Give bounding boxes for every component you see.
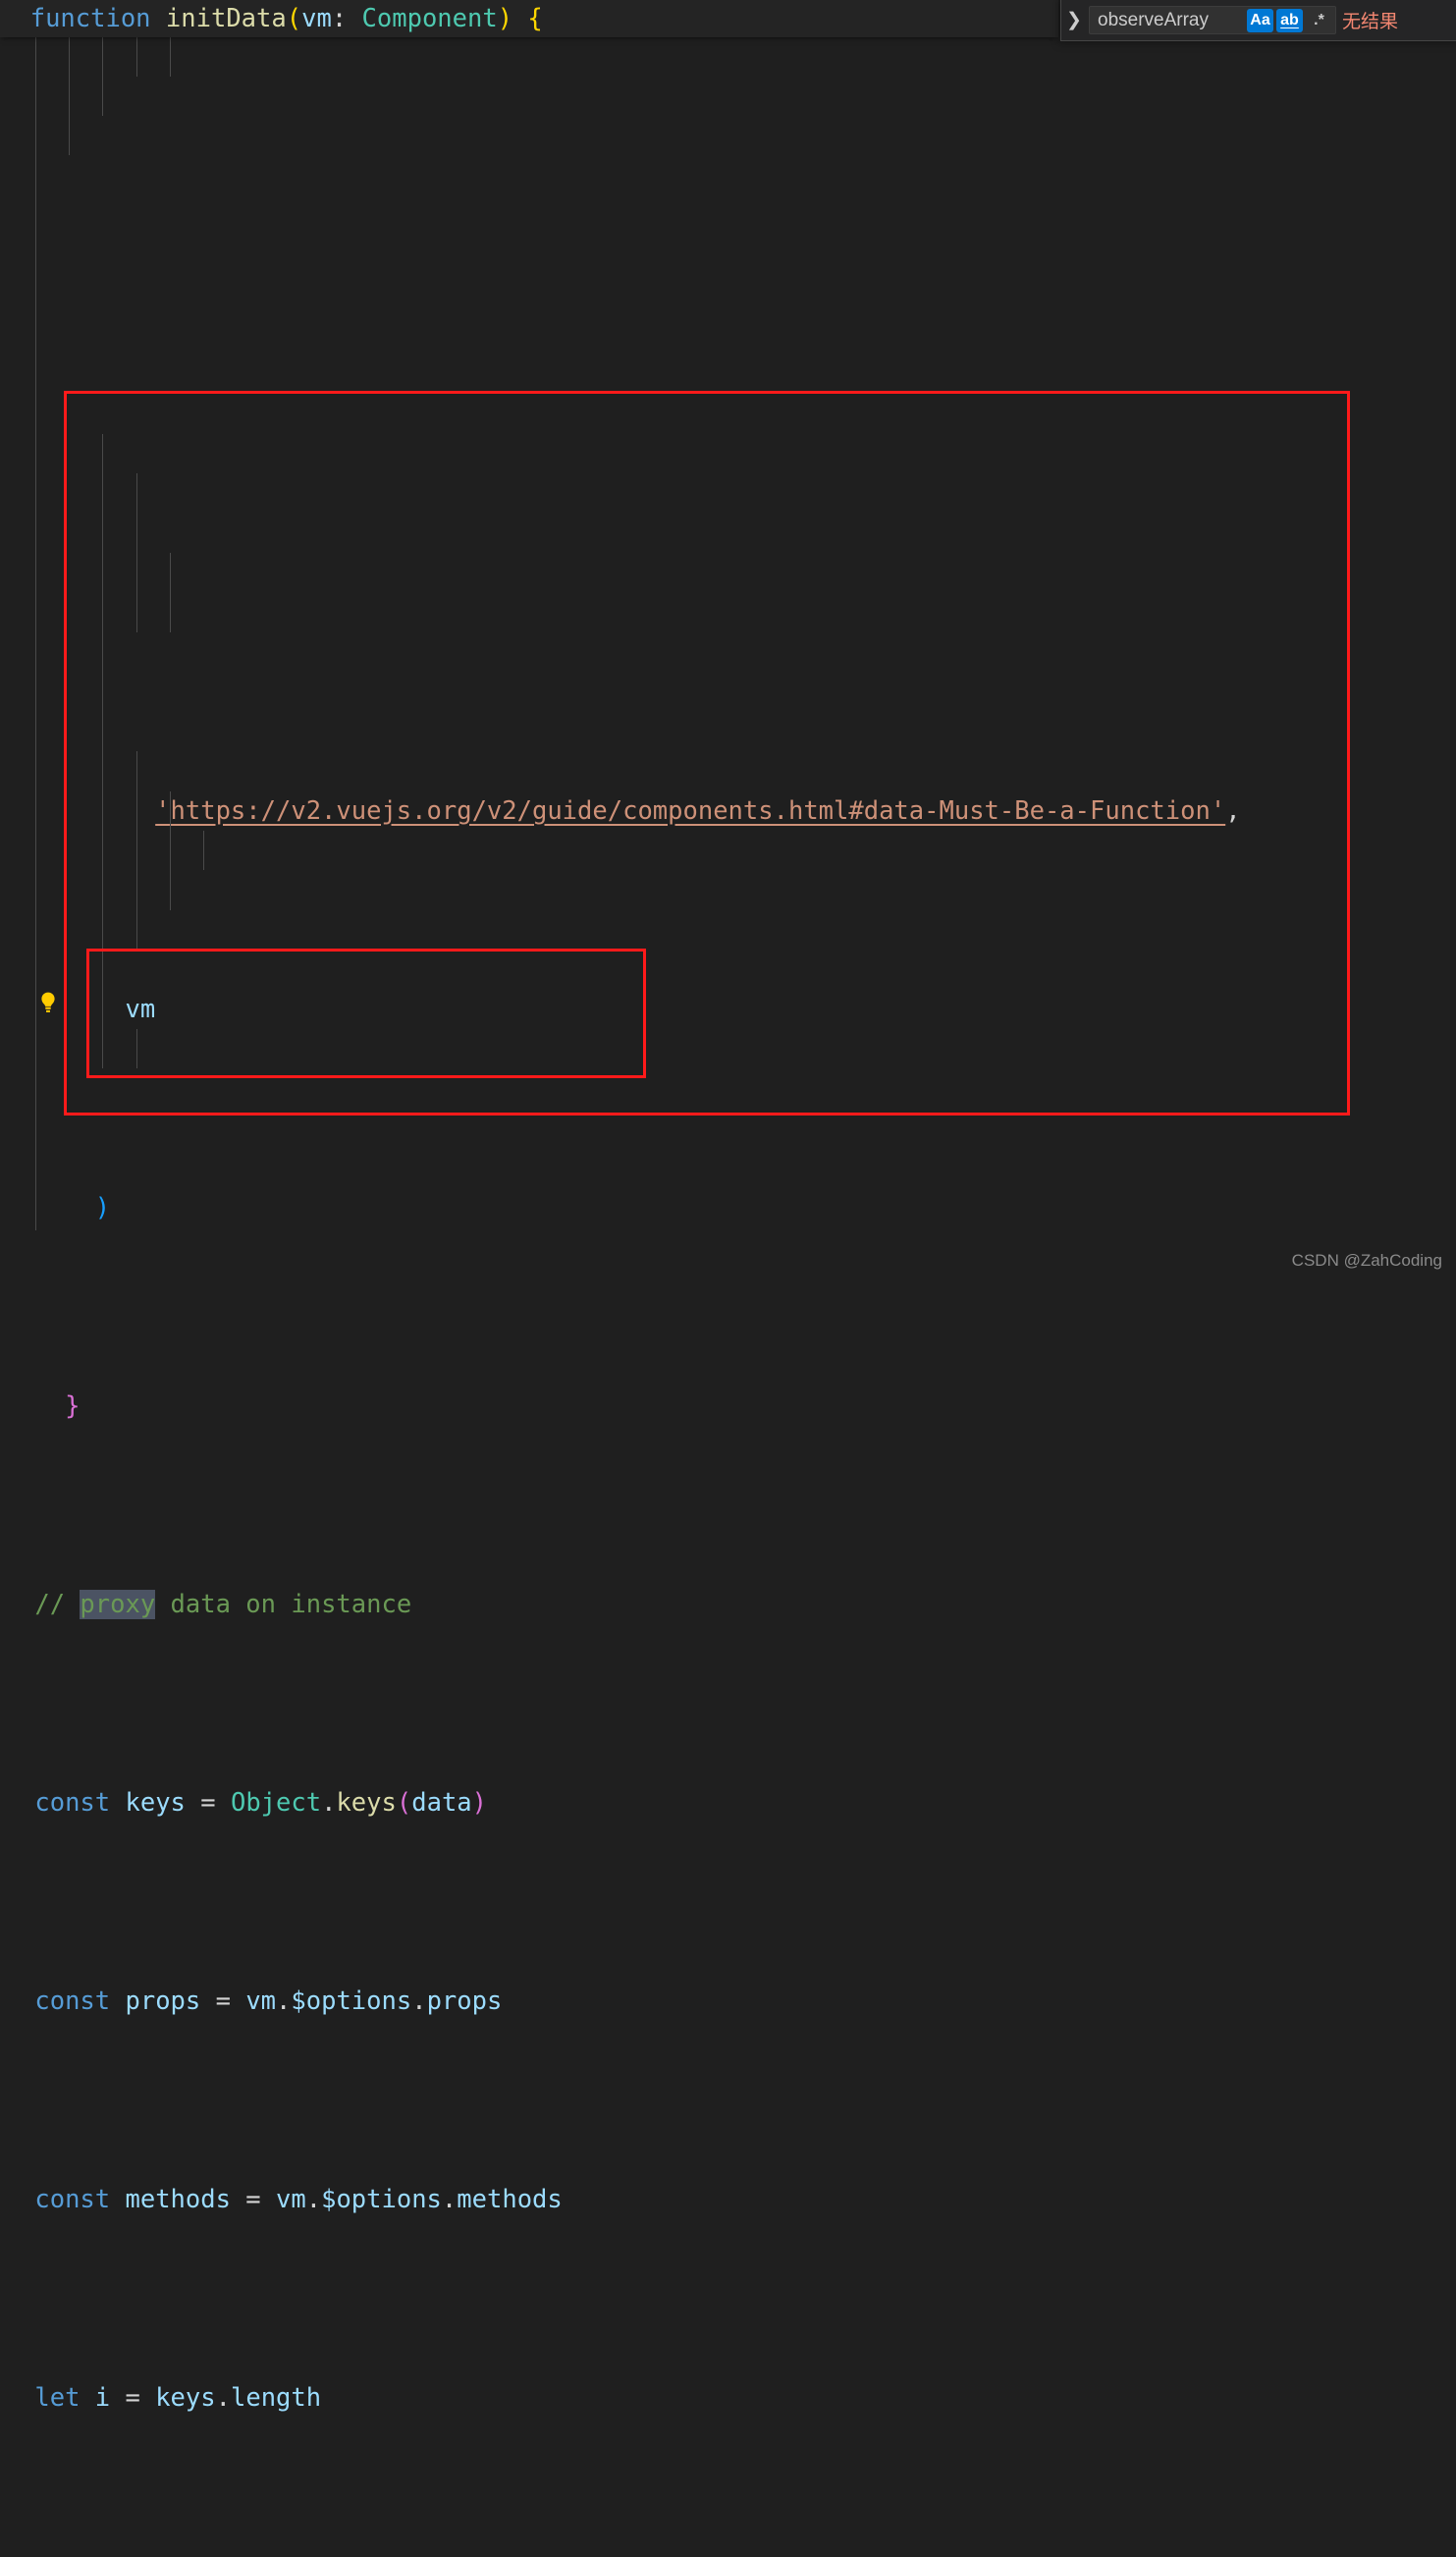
whole-word-label: ab bbox=[1280, 11, 1299, 28]
token-keyword-function: function bbox=[29, 4, 151, 33]
whole-word-icon[interactable]: ab bbox=[1276, 8, 1303, 32]
code-line: } bbox=[65, 1390, 81, 1421]
code-line: vm bbox=[125, 994, 156, 1024]
code-line: const keys = Object.keys(data) bbox=[34, 1787, 488, 1818]
indent-guide bbox=[69, 37, 70, 155]
find-input-box[interactable]: observeArray Aa ab .* bbox=[1089, 6, 1336, 34]
indent-guide bbox=[170, 553, 171, 632]
regex-icon[interactable]: .* bbox=[1306, 9, 1332, 32]
watermark: CSDN @ZahCoding bbox=[1291, 1251, 1442, 1270]
sticky-indent bbox=[0, 0, 30, 37]
token-function-initdata: initData bbox=[165, 4, 287, 33]
selected-word: proxy bbox=[80, 1589, 156, 1619]
code-line: const methods = vm.$options.methods bbox=[34, 2184, 563, 2214]
code-line: let i = keys.length bbox=[34, 2382, 322, 2413]
indent-guide bbox=[35, 37, 36, 1230]
indent-guide bbox=[136, 473, 137, 632]
find-input[interactable]: observeArray bbox=[1090, 10, 1247, 31]
match-case-icon[interactable]: Aa bbox=[1247, 8, 1273, 32]
code-line: const props = vm.$options.props bbox=[34, 1986, 503, 2016]
find-widget[interactable]: ❯ observeArray Aa ab .* 无结果 bbox=[1060, 0, 1456, 41]
indent-guide bbox=[102, 434, 103, 712]
code-line: // proxy data on instance bbox=[34, 1589, 412, 1619]
indent-guide bbox=[170, 791, 171, 910]
code-content[interactable]: 'https://v2.vuejs.org/v2/guide/component… bbox=[0, 37, 1456, 2557]
code-line: 'https://v2.vuejs.org/v2/guide/component… bbox=[155, 795, 1241, 826]
indent-guide bbox=[203, 831, 204, 870]
lightbulb-icon[interactable] bbox=[36, 990, 60, 1015]
indent-guide bbox=[136, 751, 137, 950]
indent-guide bbox=[170, 37, 171, 77]
token-url-string[interactable]: 'https://v2.vuejs.org/v2/guide/component… bbox=[155, 796, 1225, 826]
find-result-message: 无结果 bbox=[1342, 11, 1399, 32]
indent-guide bbox=[102, 37, 103, 116]
indent-guide bbox=[102, 712, 103, 1068]
code-editor[interactable]: function initData(vm: Component) { 'http… bbox=[0, 0, 1456, 2413]
code-line: ) bbox=[94, 1192, 111, 1223]
toggle-replace-icon[interactable]: ❯ bbox=[1061, 0, 1087, 40]
sticky-scroll-header[interactable]: function initData(vm: Component) { bbox=[0, 0, 1058, 37]
indent-guide bbox=[136, 37, 137, 77]
indent-guide bbox=[136, 1029, 137, 1068]
